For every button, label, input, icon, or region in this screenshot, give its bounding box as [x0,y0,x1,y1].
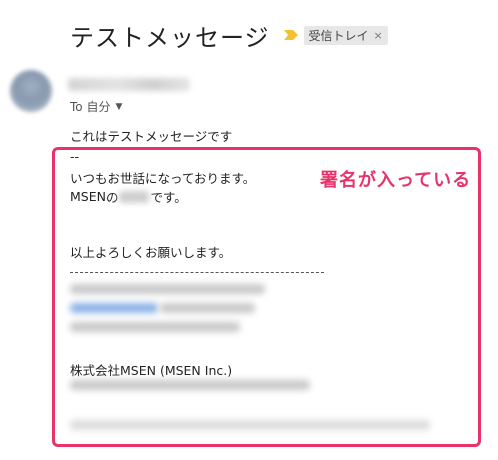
subject-row: テストメッセージ 受信トレイ × [70,18,388,52]
sender-name-redacted [68,78,190,91]
important-marker-icon[interactable] [283,30,298,40]
sender-avatar[interactable] [10,70,52,112]
to-label: To 自分 [70,100,111,114]
signature-callout: 署名が入っている [320,170,472,191]
signature-highlight-box [52,147,481,447]
body-line-1: これはテストメッセージです [70,129,233,144]
remove-label-icon[interactable]: × [374,29,383,42]
inbox-label-chip[interactable]: 受信トレイ × [303,25,388,45]
chevron-down-icon: ▼ [115,101,123,112]
inbox-label-text: 受信トレイ [308,28,369,43]
recipient-details-toggle[interactable]: To 自分 ▼ [70,98,122,115]
email-subject: テストメッセージ [70,23,270,52]
